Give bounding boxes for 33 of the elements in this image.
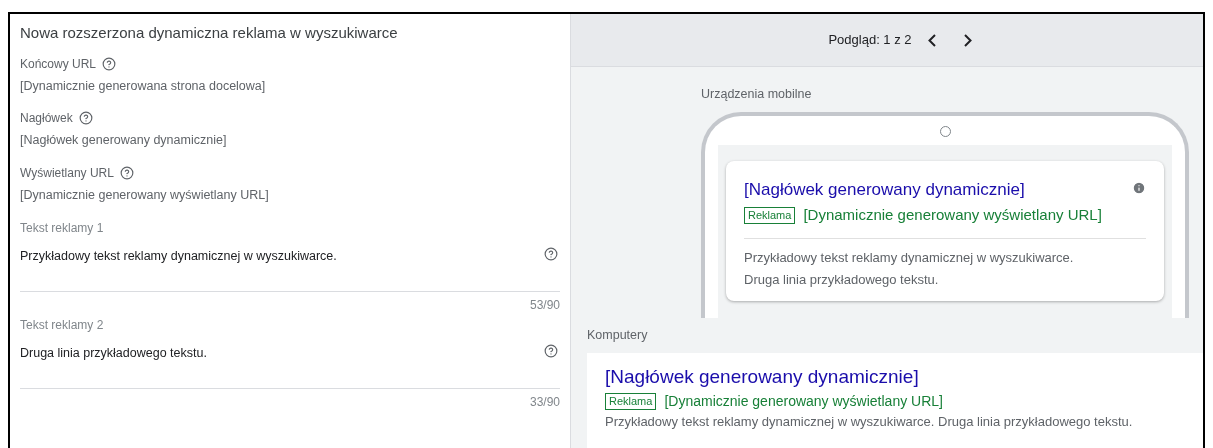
field-value: [Dynamicznie generowany wyświetlany URL] [20,187,270,204]
field-value: [Nagłówek generowany dynamicznie] [20,132,228,150]
ad-display-url: [Dynamicznie generowany wyświetlany URL] [664,391,943,411]
ad-badge: Reklama [605,392,657,410]
help-icon[interactable] [119,166,134,180]
ad-headline[interactable]: [Nagłówek generowany dynamicznie] [605,364,919,389]
ad-description: Przykładowy tekst reklamy dynamicznej w wyszukiwarce. [744,249,1075,268]
ad-badge: Reklama [744,206,796,224]
panel-title: Nowa rozszerzona dynamiczna reklama w wyszukiwarce [20,23,399,43]
ad-description: Druga linia przykładowego tekstu. [744,271,940,290]
chevron-left-icon [927,33,936,47]
info-icon[interactable] [1132,180,1146,195]
section-label: Urządzenia mobilne [701,86,813,103]
preview-pager: Podgląd: 1 z 2 [828,31,912,50]
text-input-field[interactable]: Przykładowy tekst reklamy dynamicznej w wyszukiwarce. [20,236,560,292]
field-value: [Dynamicznie generowana strona docelowa] [20,77,267,95]
field-label: Tekst reklamy 2 [20,316,105,334]
field-label: Wyświetlany URL [20,165,114,182]
ad-display-url: [Dynamicznie generowany wyświetlany URL] [803,204,1102,225]
character-counter: 53/90 [529,296,560,314]
character-counter: 33/90 [529,393,560,411]
field-label: Końcowy URL [20,55,97,73]
section-label: Komputery [587,326,649,344]
help-icon[interactable] [544,343,558,358]
field-label: Nagłówek [20,110,73,128]
field-label: Tekst reklamy 1 [20,219,105,237]
chevron-right-icon [963,33,972,47]
help-icon[interactable] [102,56,117,71]
help-icon[interactable] [78,111,93,126]
ad-description: Przykładowy tekst reklamy dynamicznej w wyszukiwarce. Druga linia przykładowego tekstu. [605,412,1134,431]
text-input-field[interactable]: Druga linia przykładowego tekstu. [20,333,560,389]
ad-headline[interactable]: [Nagłówek generowany dynamicznie] [744,177,1025,202]
help-icon[interactable] [544,246,558,261]
